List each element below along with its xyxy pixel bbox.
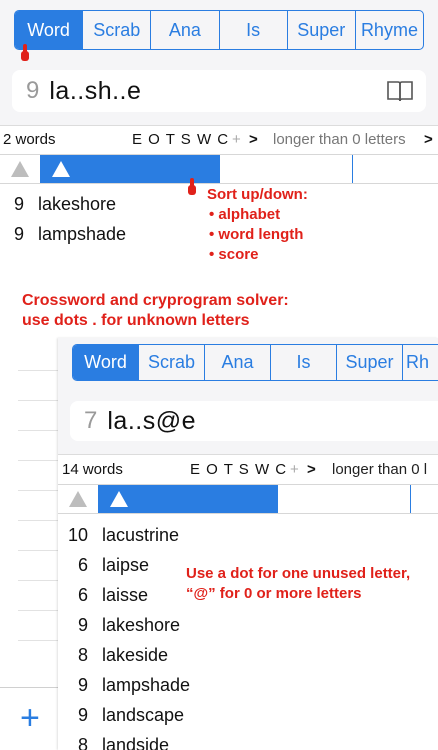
sort-alpha-button[interactable]: [98, 485, 278, 513]
sort-length-button[interactable]: [58, 485, 98, 513]
list-item[interactable]: 6 laipse: [58, 550, 149, 580]
word-text: lakeside: [102, 644, 169, 665]
chevron-right-icon[interactable]: >: [424, 131, 433, 148]
top-mode-tabs: Word Scrab Ana Is Super Rhyme: [14, 10, 424, 50]
word-length: 6: [77, 584, 88, 605]
list-item[interactable]: 9 landscape: [58, 700, 184, 730]
tab-super[interactable]: Super: [286, 11, 355, 49]
word-length: 9: [77, 704, 88, 725]
word-text: lacustrine: [102, 524, 180, 545]
sort-up-icon: [69, 491, 87, 507]
sort-extra-button[interactable]: [353, 155, 438, 183]
word-length: 9: [77, 614, 88, 635]
word-count: 2 words: [3, 130, 56, 148]
sort-up-icon: [52, 161, 70, 177]
sort-score-button[interactable]: [278, 485, 411, 513]
length-filter[interactable]: longer than 0 l: [332, 461, 427, 478]
inner-screen: Word Scrab Ana Is Super Rh 7 la..s@e 14 …: [58, 338, 438, 750]
word-length: 9: [77, 674, 88, 695]
dot-line-1: Use a dot for one unused letter,: [186, 565, 411, 582]
sort-annotation: Sort up/down: • alphabet • word length •…: [207, 185, 308, 265]
word-text: lakeshore: [38, 193, 117, 214]
sort-extra-button[interactable]: [411, 485, 438, 513]
list-item[interactable]: 8 lakeside: [58, 640, 168, 670]
word-text: landside: [102, 734, 170, 750]
sort-up-icon: [110, 491, 128, 507]
list-item[interactable]: 6 laisse: [58, 580, 148, 610]
sort-item: • word length: [209, 226, 304, 243]
tab-scrab[interactable]: Scrab: [82, 11, 150, 49]
dot-line-2: “@” for 0 or more letters: [186, 585, 362, 602]
letter-count: 9: [26, 77, 40, 104]
tab-ana[interactable]: Ana: [150, 11, 218, 49]
inner-mode-tabs: Word Scrab Ana Is Super Rh: [72, 344, 438, 381]
chevron-right-icon[interactable]: >: [249, 131, 258, 148]
finger-pointer-icon: [21, 44, 29, 61]
letter-count: 7: [84, 407, 98, 434]
plus-icon[interactable]: +: [290, 461, 299, 478]
word-length: 9: [13, 193, 24, 214]
sort-up-icon: [11, 161, 29, 177]
top-results-summary: 2 words E O T S W C + > longer than 0 le…: [0, 128, 438, 150]
crossword-line-2: use dots . for unknown letters: [22, 312, 250, 329]
tab-rhyme[interactable]: Rh: [402, 345, 438, 380]
tab-super[interactable]: Super: [336, 345, 402, 380]
list-item[interactable]: 9 lakeshore: [58, 610, 180, 640]
word-text: laisse: [102, 584, 149, 605]
tab-rhyme[interactable]: Rhyme: [354, 11, 423, 49]
word-length: 9: [13, 223, 24, 244]
list-item[interactable]: 9 lampshade: [0, 219, 126, 249]
word-count: 14 words: [62, 460, 123, 478]
word-length: 8: [77, 734, 88, 750]
inner-results-summary: 14 words E O T S W C + > longer than 0 l: [58, 458, 438, 480]
inner-sort-bar: [58, 484, 438, 514]
crossword-annotation: Crossword and cryprogram solver: use dot…: [22, 291, 289, 331]
sort-item: • score: [209, 246, 259, 263]
inner-search-field[interactable]: 7 la..s@e: [70, 401, 438, 441]
list-item[interactable]: 8 landside: [58, 730, 169, 750]
search-query: la..s@e: [107, 406, 196, 435]
search-query: la..sh..e: [49, 76, 142, 105]
chevron-right-icon[interactable]: >: [307, 461, 316, 478]
tab-word[interactable]: Word: [73, 345, 138, 380]
add-button[interactable]: +: [20, 698, 40, 738]
word-length: 10: [67, 524, 88, 545]
word-length: 8: [77, 644, 88, 665]
word-text: landscape: [102, 704, 185, 725]
list-item[interactable]: 9 lampshade: [58, 670, 190, 700]
plus-icon[interactable]: +: [232, 131, 241, 148]
top-search-field[interactable]: 9 la..sh..e: [12, 70, 426, 112]
sort-score-button[interactable]: [220, 155, 353, 183]
sort-length-button[interactable]: [0, 155, 40, 183]
word-length: 6: [77, 554, 88, 575]
letter-filter[interactable]: E O T S W C: [190, 461, 287, 478]
top-sort-bar: [0, 154, 438, 184]
word-text: lampshade: [38, 223, 127, 244]
finger-pointer-icon: [188, 178, 196, 195]
left-sidebar-lines: [0, 340, 58, 750]
book-icon[interactable]: [386, 79, 414, 103]
length-filter[interactable]: longer than 0 letters: [273, 131, 406, 148]
list-item[interactable]: 10 lacustrine: [58, 520, 179, 550]
list-item[interactable]: 9 lakeshore: [0, 189, 116, 219]
tab-ana[interactable]: Ana: [204, 345, 270, 380]
sort-item: • alphabet: [209, 206, 281, 223]
crossword-line-1: Crossword and cryprogram solver:: [22, 292, 289, 309]
word-text: lakeshore: [102, 614, 181, 635]
word-text: laipse: [102, 554, 150, 575]
sort-title: Sort up/down:: [207, 186, 308, 203]
tab-is[interactable]: Is: [270, 345, 336, 380]
letter-filter[interactable]: E O T S W C: [132, 131, 229, 148]
word-text: lampshade: [102, 674, 191, 695]
dot-annotation: Use a dot for one unused letter, “@” for…: [186, 564, 410, 604]
tab-scrab[interactable]: Scrab: [138, 345, 204, 380]
tab-is[interactable]: Is: [218, 11, 287, 49]
